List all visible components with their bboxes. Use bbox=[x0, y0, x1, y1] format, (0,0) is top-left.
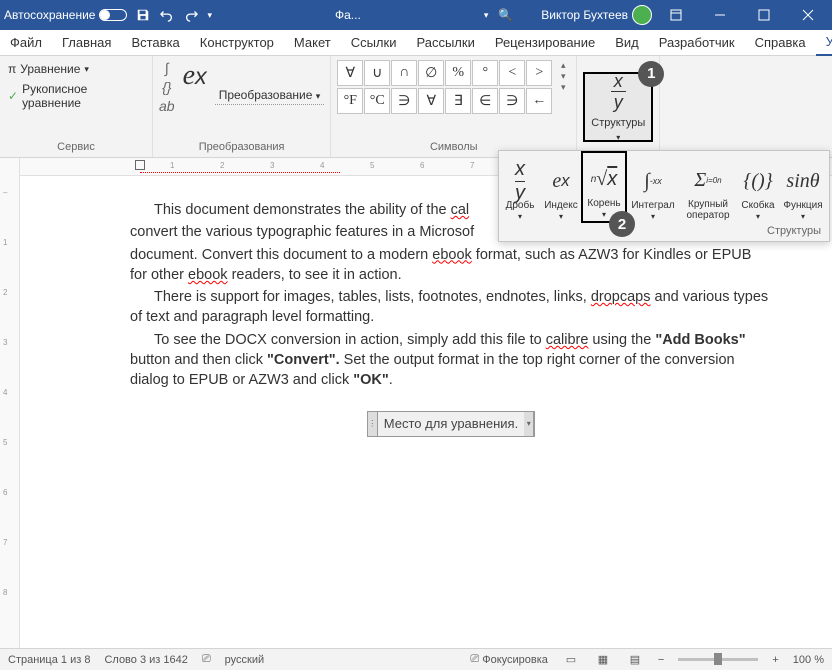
tab-home[interactable]: Главная bbox=[52, 30, 121, 56]
symbols-scroll-up[interactable]: ▴ bbox=[556, 60, 570, 71]
eq-handle-right[interactable]: ▾ bbox=[524, 412, 534, 436]
document-title: Фа... bbox=[212, 8, 484, 22]
tab-equation[interactable]: Уравнение bbox=[816, 30, 832, 56]
undo-icon[interactable] bbox=[159, 7, 175, 23]
symbols-scroll-down[interactable]: ▾ bbox=[556, 71, 570, 82]
ruler-tab-icon[interactable] bbox=[135, 160, 145, 170]
symbol-button[interactable]: °F bbox=[337, 88, 363, 114]
tab-layout[interactable]: Макет bbox=[284, 30, 341, 56]
zoom-in-icon[interactable]: + bbox=[772, 654, 778, 666]
callout-2: 2 bbox=[609, 211, 635, 237]
symbol-button[interactable]: ∋ bbox=[499, 88, 525, 114]
maximize-icon[interactable] bbox=[744, 1, 784, 29]
symbol-button[interactable]: ∈ bbox=[472, 88, 498, 114]
autosave-label: Автосохранение bbox=[4, 8, 95, 22]
symbol-button[interactable]: ∅ bbox=[418, 60, 444, 86]
ribbon-tabs: Файл Главная Вставка Конструктор Макет С… bbox=[0, 30, 832, 56]
ink-equation-button[interactable]: ✓Рукописное уравнение bbox=[6, 80, 146, 112]
status-page[interactable]: Страница 1 из 8 bbox=[8, 654, 90, 666]
user-name[interactable]: Виктор Бухтеев bbox=[541, 8, 628, 22]
autosave-toggle[interactable]: Автосохранение bbox=[4, 8, 127, 22]
tab-references[interactable]: Ссылки bbox=[341, 30, 407, 56]
zoom-slider[interactable] bbox=[678, 658, 758, 661]
tab-mailings[interactable]: Рассылки bbox=[406, 30, 484, 56]
ribbon: πУравнение▾ ✓Рукописное уравнение Сервис… bbox=[0, 56, 832, 158]
view-print-icon[interactable]: ▦ bbox=[594, 652, 612, 668]
bracket-button[interactable]: {()}Скобка▾ bbox=[737, 151, 779, 223]
symbol-button[interactable]: °C bbox=[364, 88, 390, 114]
vertical-ruler[interactable]: –12345678 bbox=[0, 158, 20, 650]
symbol-button[interactable]: ∀ bbox=[418, 88, 444, 114]
symbol-button[interactable]: > bbox=[526, 60, 552, 86]
view-read-icon[interactable]: ▭ bbox=[562, 652, 580, 668]
status-lang[interactable]: русский bbox=[225, 654, 264, 666]
tab-review[interactable]: Рецензирование bbox=[485, 30, 605, 56]
status-words[interactable]: Слово 3 из 1642 bbox=[104, 654, 187, 666]
status-focus[interactable]: ⎚ Фокусировка bbox=[470, 653, 548, 666]
unicode-icon[interactable]: ∫ bbox=[165, 60, 169, 76]
eq-placeholder-text[interactable]: Место для уравнения. bbox=[378, 412, 524, 436]
close-icon[interactable] bbox=[788, 1, 828, 29]
transform-dropdown[interactable]: Преобразование ▾ bbox=[215, 86, 325, 105]
save-icon[interactable] bbox=[135, 7, 151, 23]
tab-insert[interactable]: Вставка bbox=[121, 30, 189, 56]
latex-icon[interactable]: {} bbox=[162, 79, 171, 95]
symbol-button[interactable]: % bbox=[445, 60, 471, 86]
symbols-grid: ∀∪∩∅%°<> °F°C∋∀∃∈∋← bbox=[337, 60, 552, 114]
bigop-button[interactable]: Σi=0nКрупный оператор bbox=[679, 151, 737, 223]
ribbon-display-icon[interactable] bbox=[656, 1, 696, 29]
structures-button[interactable]: xy Структуры ▾ 1 bbox=[583, 72, 653, 142]
symbol-button[interactable]: < bbox=[499, 60, 525, 86]
minimize-icon[interactable] bbox=[700, 1, 740, 29]
callout-1: 1 bbox=[638, 61, 664, 87]
symbol-button[interactable]: ∃ bbox=[445, 88, 471, 114]
symbols-more[interactable]: ▾ bbox=[556, 82, 570, 93]
symbol-button[interactable]: ∀ bbox=[337, 60, 363, 86]
symbol-button[interactable]: ∋ bbox=[391, 88, 417, 114]
structures-flyout: xyДробь▾ exИндекс▾ n√xКорень▾ 2 ∫-xxИнте… bbox=[498, 150, 830, 242]
root-button[interactable]: n√xКорень▾ 2 bbox=[581, 151, 627, 223]
symbol-button[interactable]: ° bbox=[472, 60, 498, 86]
redo-icon[interactable] bbox=[183, 7, 199, 23]
avatar[interactable] bbox=[632, 5, 652, 25]
statusbar: Страница 1 из 8 Слово 3 из 1642 ⎚ русски… bbox=[0, 648, 832, 670]
autosave-switch[interactable] bbox=[99, 9, 127, 21]
tab-view[interactable]: Вид bbox=[605, 30, 649, 56]
fraction-button[interactable]: xyДробь▾ bbox=[499, 151, 541, 223]
zoom-out-icon[interactable]: − bbox=[658, 654, 664, 666]
index-button[interactable]: exИндекс▾ bbox=[541, 151, 581, 223]
status-zoom[interactable]: 100 % bbox=[793, 654, 824, 666]
tab-file[interactable]: Файл bbox=[0, 30, 52, 56]
symbol-button[interactable]: ∩ bbox=[391, 60, 417, 86]
group-service-label: Сервис bbox=[6, 139, 146, 153]
symbol-button[interactable]: ∪ bbox=[364, 60, 390, 86]
function-button[interactable]: sinθФункция▾ bbox=[779, 151, 827, 223]
text-icon[interactable]: ab bbox=[159, 98, 175, 114]
titlebar: Автосохранение ▾ Фа... ▾ 🔍 Виктор Бухтее… bbox=[0, 0, 832, 30]
status-spellcheck-icon[interactable]: ⎚ bbox=[202, 653, 211, 666]
integral-button[interactable]: ∫-xxИнтеграл▾ bbox=[627, 151, 679, 223]
ex-icon[interactable]: ex bbox=[179, 60, 211, 92]
eq-handle-left[interactable]: ⋮ bbox=[368, 412, 378, 436]
tab-help[interactable]: Справка bbox=[745, 30, 816, 56]
view-web-icon[interactable]: ▤ bbox=[626, 652, 644, 668]
tab-developer[interactable]: Разработчик bbox=[649, 30, 745, 56]
symbol-button[interactable]: ← bbox=[526, 88, 552, 114]
group-transform-label: Преобразования bbox=[159, 139, 324, 153]
flyout-footer: Структуры bbox=[499, 223, 829, 241]
search-icon[interactable]: 🔍 bbox=[498, 8, 513, 22]
tab-design[interactable]: Конструктор bbox=[190, 30, 284, 56]
equation-placeholder[interactable]: ⋮ Место для уравнения. ▾ bbox=[130, 411, 772, 437]
equation-button[interactable]: πУравнение▾ bbox=[6, 60, 146, 78]
